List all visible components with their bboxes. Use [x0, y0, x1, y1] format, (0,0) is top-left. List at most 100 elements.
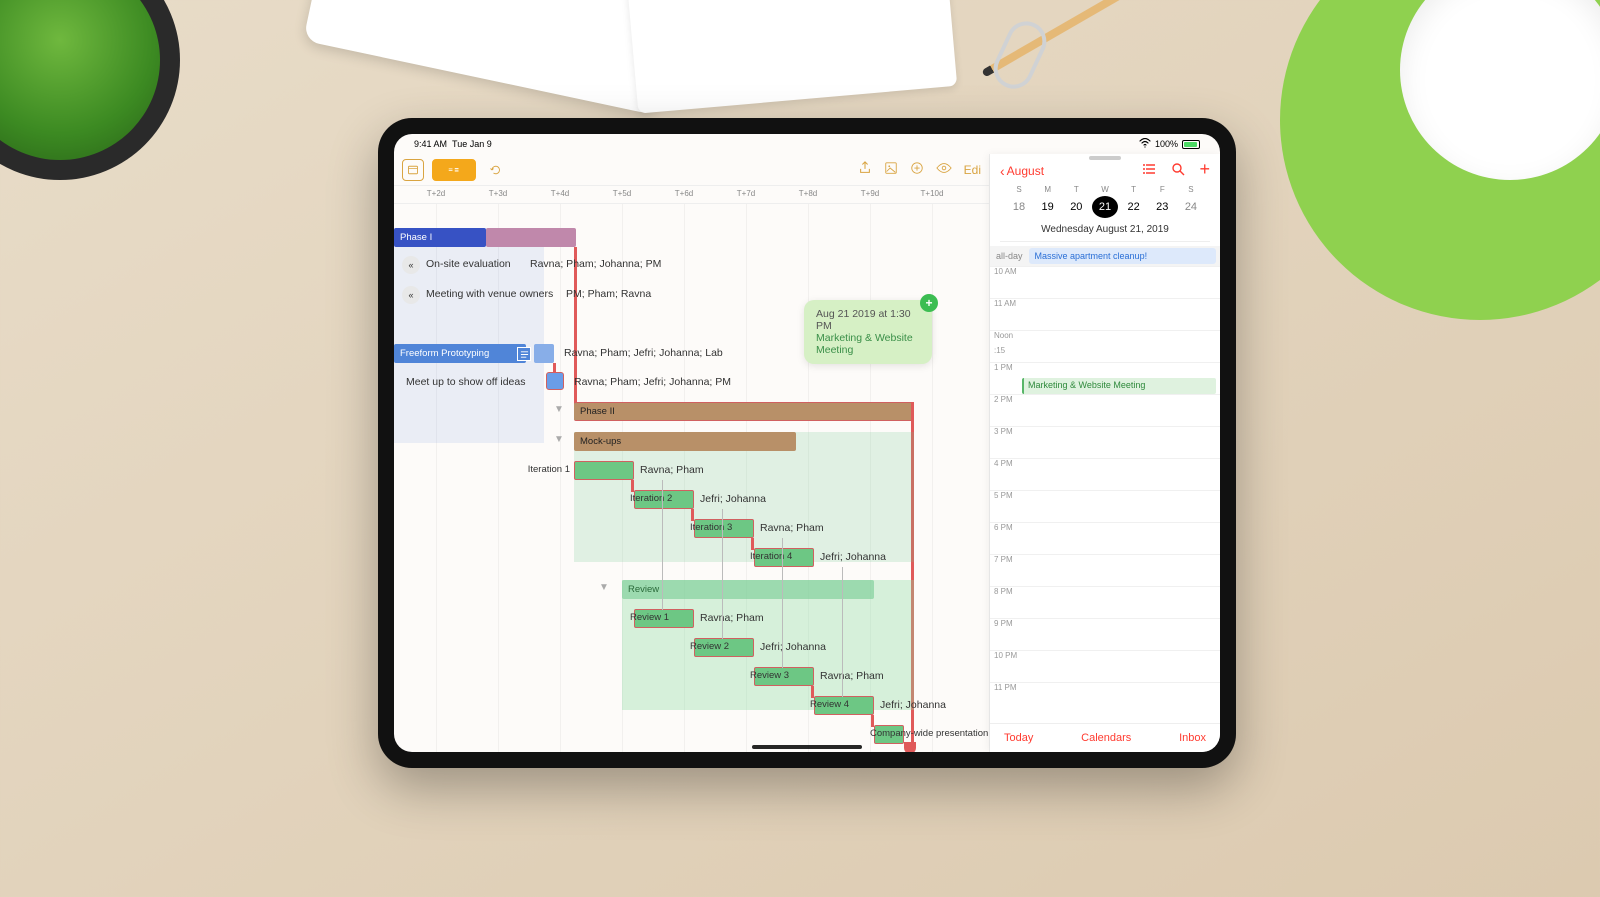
view-button[interactable] — [936, 161, 952, 178]
desk-coffee-cup — [1280, 0, 1600, 320]
freeform-ext[interactable] — [534, 344, 554, 363]
meetup-milestone[interactable] — [546, 372, 564, 390]
tick: T+5d — [613, 189, 631, 198]
share-button[interactable] — [858, 161, 872, 178]
iter1-bar[interactable] — [574, 461, 634, 480]
tick: T+4d — [551, 189, 569, 198]
rev3-res: Ravna; Pham — [820, 670, 884, 682]
tablet-device: 9:41 AM Tue Jan 9 100% — [378, 118, 1236, 768]
task-overflow-back[interactable]: « — [402, 256, 420, 274]
desk-paperclip — [987, 15, 1053, 95]
venue-label[interactable]: Meeting with venue owners — [426, 288, 553, 300]
rev4-res: Jefri; Johanna — [880, 699, 946, 711]
task-overflow-back[interactable]: « — [402, 286, 420, 304]
add-button[interactable] — [910, 161, 924, 178]
tick: T+6d — [675, 189, 693, 198]
date-cell-selected[interactable]: 21 — [1092, 196, 1118, 218]
desk-notebook — [623, 0, 957, 114]
panel-grabber[interactable] — [1089, 156, 1121, 160]
review-header-bar[interactable]: Review — [622, 580, 874, 599]
calendar-dow-header: SMTWTFS — [1000, 179, 1210, 196]
tick: T+9d — [861, 189, 879, 198]
image-button[interactable] — [884, 161, 898, 178]
meetup-label[interactable]: Meet up to show off ideas — [406, 376, 525, 388]
calendar-panel: ‹August + SMTWTFS 18 19 20 21 22 — [990, 154, 1220, 752]
date-cell[interactable]: 24 — [1178, 196, 1204, 218]
calendar-day-scroll[interactable]: 10 AM 11 AM Noon :15 1 PM 2 PM 3 PM 4 PM… — [990, 266, 1220, 723]
tick: T+3d — [489, 189, 507, 198]
calendar-bottom-bar: Today Calendars Inbox — [990, 723, 1220, 752]
freeform-bar[interactable]: Freeform Prototyping — [394, 344, 526, 363]
list-icon[interactable] — [1143, 162, 1157, 179]
date-cell[interactable]: 19 — [1035, 196, 1061, 218]
popover-title: Marketing & Website Meeting — [816, 332, 920, 356]
gantt-app: Edi T+2d T+3d T+4d T+5d T+6d T+7d T+8d T… — [394, 154, 990, 752]
battery-icon — [1182, 140, 1200, 149]
mockups-label: Mock-ups — [580, 436, 621, 447]
event-popover[interactable]: Aug 21 2019 at 1:30 PM Marketing & Websi… — [804, 300, 932, 364]
date-cell[interactable]: 20 — [1063, 196, 1089, 218]
date-cell[interactable]: 18 — [1006, 196, 1032, 218]
onsite-label[interactable]: On-site evaluation — [426, 258, 511, 270]
expand-icon[interactable]: ▼ — [599, 582, 609, 593]
search-icon[interactable] — [1171, 162, 1185, 179]
status-time-date: 9:41 AM Tue Jan 9 — [414, 139, 492, 149]
venue-res: PM; Pham; Ravna — [566, 288, 651, 300]
phase1-label: Phase I — [400, 232, 432, 243]
iter4-res: Jefri; Johanna — [820, 551, 886, 563]
popover-add-icon[interactable]: + — [920, 294, 938, 312]
rev1-res: Ravna; Pham — [700, 612, 764, 624]
tablet-screen: 9:41 AM Tue Jan 9 100% — [394, 134, 1220, 752]
tick: T+8d — [799, 189, 817, 198]
calendar-event[interactable]: Marketing & Website Meeting — [1022, 378, 1216, 394]
iter3-res: Ravna; Pham — [760, 522, 824, 534]
tick: T+10d — [921, 189, 944, 198]
timeline-header: T+2d T+3d T+4d T+5d T+6d T+7d T+8d T+9d … — [394, 186, 989, 204]
status-bar: 9:41 AM Tue Jan 9 100% — [394, 134, 1220, 154]
allday-event[interactable]: Massive apartment cleanup! — [1029, 248, 1216, 264]
phase1-bar[interactable]: Phase I — [394, 228, 486, 247]
gantt-area[interactable]: Phase I « On-site evaluation Ravna; Pham… — [394, 204, 989, 752]
documents-button[interactable] — [402, 159, 424, 181]
review-label: Review — [628, 584, 659, 595]
calendar-dates-row: 18 19 20 21 22 23 24 — [1000, 196, 1210, 222]
rev2-res: Jefri; Johanna — [760, 641, 826, 653]
allday-label: all-day — [990, 248, 1029, 264]
tick: T+7d — [737, 189, 755, 198]
battery-text: 100% — [1155, 139, 1178, 149]
view-toggle-button[interactable] — [432, 159, 476, 181]
iter1-res: Ravna; Pham — [640, 464, 704, 476]
phase1-ext-bar[interactable] — [486, 228, 576, 247]
app-toolbar: Edi — [394, 154, 989, 186]
expand-icon[interactable]: ▼ — [554, 434, 564, 445]
gantt-end-marker — [904, 742, 916, 752]
inbox-button[interactable]: Inbox — [1179, 732, 1206, 744]
phase2-label: Phase II — [580, 406, 615, 417]
freeform-label: Freeform Prototyping — [400, 348, 489, 359]
date-cell[interactable]: 23 — [1149, 196, 1175, 218]
iter2-res: Jefri; Johanna — [700, 493, 766, 505]
desk-plant — [0, 0, 180, 180]
onsite-res: Ravna; Pham; Johanna; PM — [530, 258, 661, 270]
connector-line — [553, 363, 556, 373]
allday-row: all-day Massive apartment cleanup! — [990, 246, 1220, 266]
calendar-date-full: Wednesday August 21, 2019 — [1000, 222, 1210, 242]
mockups-bar[interactable]: Mock-ups — [574, 432, 796, 451]
home-indicator[interactable] — [752, 745, 862, 749]
status-right: 100% — [1139, 138, 1200, 150]
connector-line — [574, 247, 577, 419]
edit-label[interactable]: Edi — [964, 163, 981, 177]
calendars-button[interactable]: Calendars — [1081, 732, 1131, 744]
add-event-icon[interactable]: + — [1199, 162, 1210, 179]
tick: T+2d — [427, 189, 445, 198]
date-cell[interactable]: 22 — [1121, 196, 1147, 218]
calendar-back-button[interactable]: ‹August — [1000, 163, 1044, 179]
freeform-res: Ravna; Pham; Jefri; Johanna; Lab — [564, 347, 723, 359]
today-button[interactable]: Today — [1004, 732, 1033, 744]
notes-icon[interactable] — [517, 347, 531, 361]
meetup-res: Ravna; Pham; Jefri; Johanna; PM — [574, 376, 731, 388]
undo-button[interactable] — [484, 159, 506, 181]
phase2-bar[interactable]: Phase II — [574, 402, 914, 421]
expand-icon[interactable]: ▼ — [554, 404, 564, 415]
iter1-label[interactable]: Iteration 1 — [528, 464, 570, 475]
